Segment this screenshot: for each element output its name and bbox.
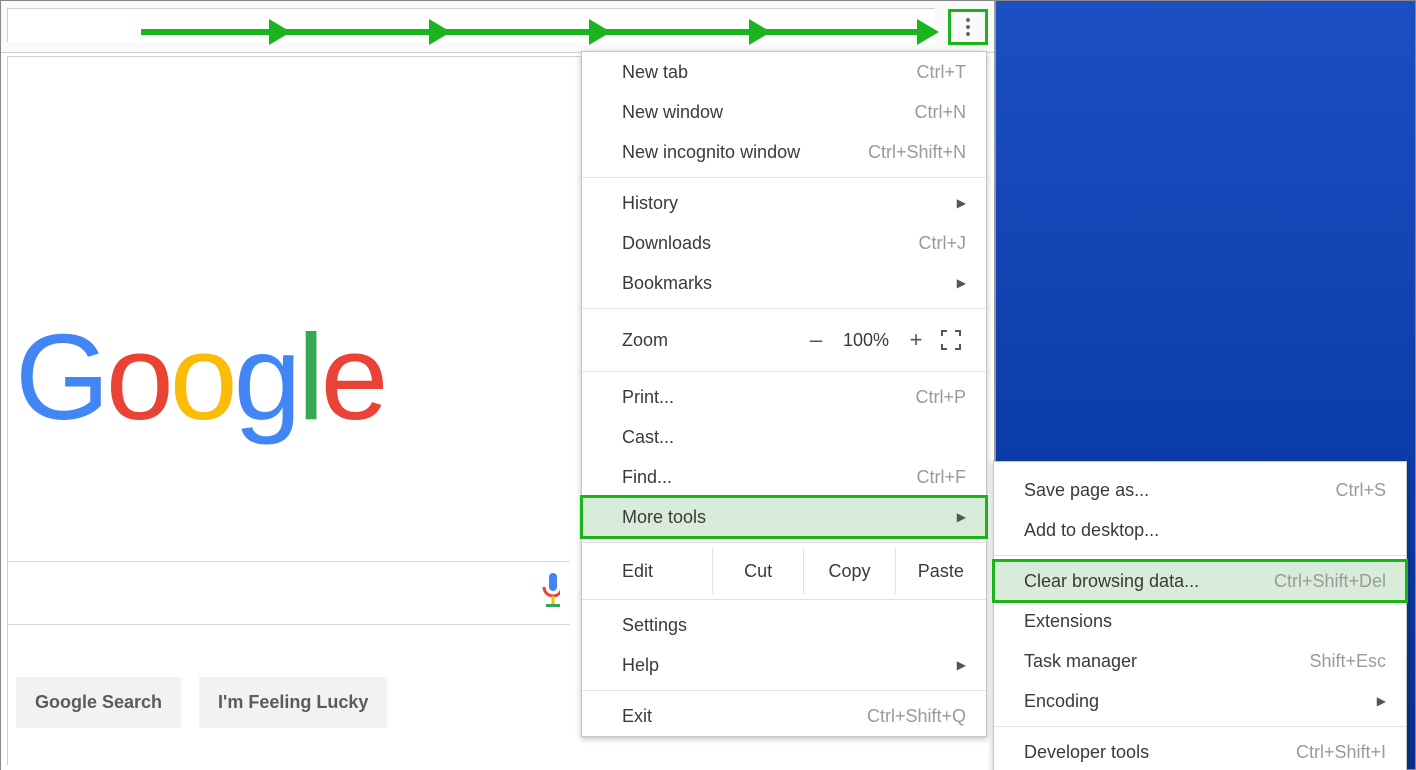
menu-item-label: Add to desktop... <box>1024 520 1386 541</box>
menu-item-label: Clear browsing data... <box>1024 571 1274 592</box>
menu-item-label: More tools <box>622 507 951 528</box>
menu-item-clear-browsing[interactable]: Clear browsing data...Ctrl+Shift+Del <box>994 561 1406 601</box>
menu-item-shortcut: Ctrl+Shift+Q <box>867 706 966 727</box>
menu-item-label: Extensions <box>1024 611 1386 632</box>
menu-item-shortcut: Ctrl+T <box>917 62 967 83</box>
menu-item-label: New window <box>622 102 914 123</box>
menu-item-new-tab[interactable]: New tabCtrl+T <box>582 52 986 92</box>
menu-item-exit[interactable]: ExitCtrl+Shift+Q <box>582 696 986 736</box>
zoom-percent: 100% <box>836 330 896 351</box>
menu-separator <box>582 690 986 691</box>
search-input[interactable] <box>8 561 570 625</box>
menu-item-label: Task manager <box>1024 651 1309 672</box>
zoom-label: Zoom <box>622 330 796 351</box>
menu-item-encoding[interactable]: Encoding ▶ <box>994 681 1406 721</box>
menu-item-shortcut: Ctrl+P <box>915 387 966 408</box>
vertical-dots-icon <box>966 18 970 36</box>
menu-item-shortcut: Ctrl+F <box>917 467 967 488</box>
menu-item-shortcut: Ctrl+S <box>1335 480 1386 501</box>
menu-item-label: New incognito window <box>622 142 868 163</box>
annotation-arrowhead-icon <box>269 19 291 45</box>
chevron-right-icon: ▶ <box>957 196 966 210</box>
menu-item-history[interactable]: History ▶ <box>582 183 986 223</box>
copy-button[interactable]: Copy <box>803 548 894 594</box>
menu-item-label: New tab <box>622 62 917 83</box>
menu-item-settings[interactable]: Settings <box>582 605 986 645</box>
annotation-arrowhead-icon <box>589 19 611 45</box>
menu-item-label: Developer tools <box>1024 742 1296 763</box>
chevron-right-icon: ▶ <box>957 658 966 672</box>
menu-item-add-desktop[interactable]: Add to desktop... <box>994 510 1406 550</box>
google-search-button[interactable]: Google Search <box>16 677 181 728</box>
browser-toolbar <box>1 1 994 53</box>
feeling-lucky-button[interactable]: I'm Feeling Lucky <box>199 677 387 728</box>
menu-item-new-window[interactable]: New windowCtrl+N <box>582 92 986 132</box>
menu-item-task-manager[interactable]: Task managerShift+Esc <box>994 641 1406 681</box>
menu-item-more-tools[interactable]: More tools ▶ <box>582 497 986 537</box>
menu-item-label: Help <box>622 655 951 676</box>
chevron-right-icon: ▶ <box>1377 694 1386 708</box>
paste-button[interactable]: Paste <box>895 548 986 594</box>
menu-separator <box>582 308 986 309</box>
menu-item-shortcut: Ctrl+Shift+N <box>868 142 966 163</box>
annotation-arrowhead-icon <box>917 19 939 45</box>
menu-separator <box>582 371 986 372</box>
menu-separator <box>582 177 986 178</box>
fullscreen-icon <box>941 330 961 350</box>
menu-item-shortcut: Ctrl+J <box>918 233 966 254</box>
menu-item-label: Find... <box>622 467 917 488</box>
menu-item-bookmarks[interactable]: Bookmarks ▶ <box>582 263 986 303</box>
menu-item-find[interactable]: Find...Ctrl+F <box>582 457 986 497</box>
menu-separator <box>994 555 1406 556</box>
menu-item-downloads[interactable]: DownloadsCtrl+J <box>582 223 986 263</box>
menu-item-label: Exit <box>622 706 867 727</box>
edit-label: Edit <box>582 561 712 582</box>
fullscreen-button[interactable] <box>936 330 966 350</box>
menu-item-cast[interactable]: Cast... <box>582 417 986 457</box>
cut-button[interactable]: Cut <box>712 548 803 594</box>
chrome-menu-button[interactable] <box>948 9 988 45</box>
menu-item-label: History <box>622 193 951 214</box>
google-logo: Google <box>15 307 384 447</box>
menu-item-new-incognito[interactable]: New incognito windowCtrl+Shift+N <box>582 132 986 172</box>
menu-separator <box>582 542 986 543</box>
menu-item-dev-tools[interactable]: Developer toolsCtrl+Shift+I <box>994 732 1406 770</box>
menu-item-zoom: Zoom–100%+ <box>582 314 986 366</box>
menu-item-label: Settings <box>622 615 966 636</box>
menu-item-label: Bookmarks <box>622 273 951 294</box>
menu-item-print[interactable]: Print...Ctrl+P <box>582 377 986 417</box>
chrome-main-menu: New tabCtrl+TNew windowCtrl+NNew incogni… <box>581 51 987 737</box>
menu-item-help[interactable]: Help ▶ <box>582 645 986 685</box>
annotation-arrowhead-icon <box>749 19 771 45</box>
menu-item-label: Print... <box>622 387 915 408</box>
zoom-out-button[interactable]: – <box>796 327 836 353</box>
chevron-right-icon: ▶ <box>957 276 966 290</box>
url-bar[interactable] <box>7 8 935 42</box>
zoom-in-button[interactable]: + <box>896 327 936 353</box>
menu-item-save-page[interactable]: Save page as...Ctrl+S <box>994 470 1406 510</box>
menu-separator <box>582 599 986 600</box>
menu-item-shortcut: Shift+Esc <box>1309 651 1386 672</box>
menu-item-label: Encoding <box>1024 691 1371 712</box>
menu-item-edit: EditCutCopyPaste <box>582 548 986 594</box>
annotation-arrow <box>141 29 933 35</box>
menu-item-shortcut: Ctrl+N <box>914 102 966 123</box>
menu-item-label: Save page as... <box>1024 480 1335 501</box>
menu-item-label: Downloads <box>622 233 918 254</box>
mic-icon[interactable] <box>538 569 560 617</box>
annotation-arrowhead-icon <box>429 19 451 45</box>
menu-item-extensions[interactable]: Extensions <box>994 601 1406 641</box>
menu-item-label: Cast... <box>622 427 966 448</box>
menu-item-shortcut: Ctrl+Shift+Del <box>1274 571 1386 592</box>
chevron-right-icon: ▶ <box>957 510 966 524</box>
menu-item-shortcut: Ctrl+Shift+I <box>1296 742 1386 763</box>
menu-separator <box>994 726 1406 727</box>
more-tools-submenu: Save page as...Ctrl+S Add to desktop... Cl… <box>993 461 1407 770</box>
